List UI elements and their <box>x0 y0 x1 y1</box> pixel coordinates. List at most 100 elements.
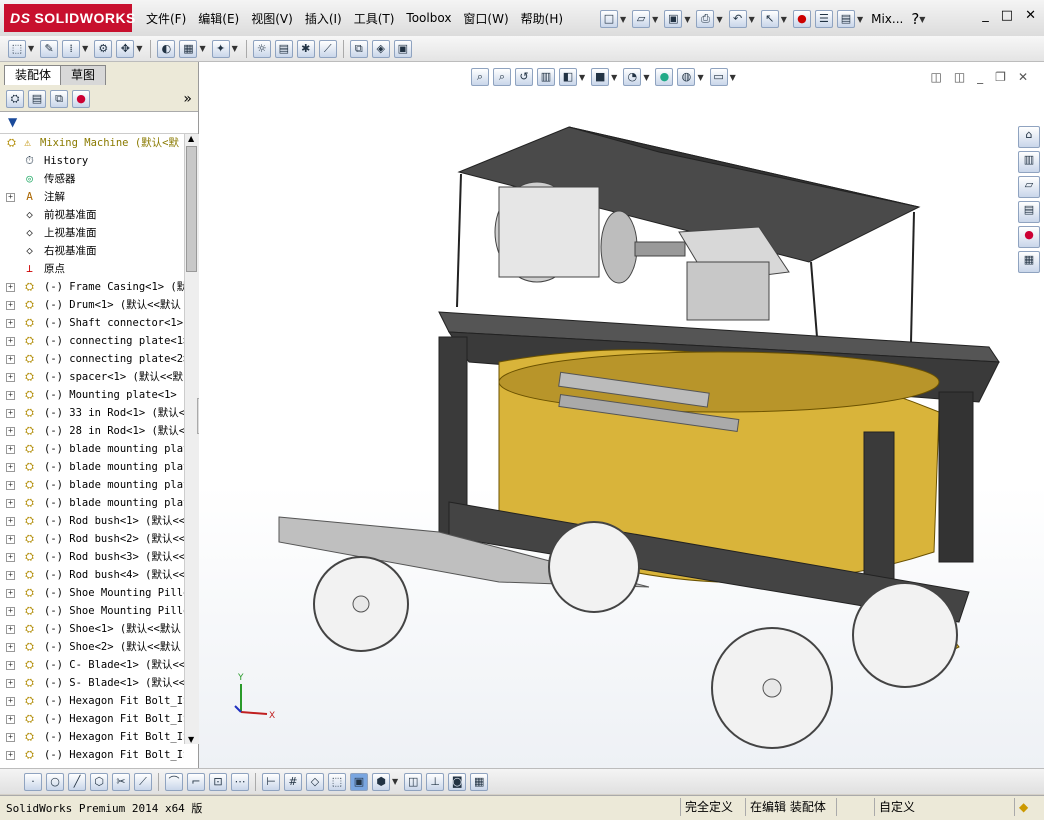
assembly-features-icon[interactable]: ▦ <box>179 39 198 58</box>
feature-manager-tab-icon[interactable]: ⛭ <box>6 89 24 108</box>
tab-assembly[interactable]: 装配体 <box>4 65 63 85</box>
configuration-manager-tab-icon[interactable]: ⧉ <box>50 89 68 108</box>
expand-toggle-icon[interactable]: + <box>6 355 15 364</box>
tree-item[interactable]: + ⛭ (-) connecting plate<1> <box>0 332 184 350</box>
expand-toggle-icon[interactable]: + <box>6 301 15 310</box>
expand-toggle-icon[interactable]: + <box>6 643 15 652</box>
convert-entities-icon[interactable]: ⊡ <box>209 772 227 791</box>
tree-item[interactable]: + ⛭ (-) blade mounting plat <box>0 494 184 512</box>
show-hidden-icon[interactable]: ◐ <box>157 39 176 58</box>
exploded-view-icon[interactable]: ✱ <box>296 39 315 58</box>
expand-toggle-icon[interactable]: + <box>6 445 15 454</box>
expand-toggle-icon[interactable]: + <box>6 427 15 436</box>
expand-toggle-icon[interactable]: + <box>6 697 15 706</box>
expand-toggle-icon[interactable]: + <box>6 193 15 202</box>
tag-icon[interactable]: ◆ <box>1014 798 1032 816</box>
features-dropdown[interactable]: ▼ <box>199 44 205 53</box>
tree-item[interactable]: + ⛭ (-) Shoe Mounting Pille <box>0 602 184 620</box>
menu-item-3[interactable]: 插入(I) <box>299 10 348 27</box>
filter-icon[interactable]: ▼ <box>8 115 17 129</box>
scroll-down-icon[interactable]: ▼ <box>188 735 194 744</box>
tree-item[interactable]: + ⛭ (-) C- Blade<1> (默认<< <box>0 656 184 674</box>
panel-expand-icon[interactable]: » <box>183 91 192 107</box>
expand-toggle-icon[interactable]: + <box>6 319 15 328</box>
tree-item[interactable]: + ⛭ (-) spacer<1> (默认<<默 <box>0 368 184 386</box>
expand-toggle-icon[interactable]: + <box>6 517 15 526</box>
expand-toggle-icon[interactable]: + <box>6 373 15 382</box>
print-dropdown-arrow[interactable]: ▼ <box>716 15 722 24</box>
sketch-fillet-icon[interactable]: ⌒ <box>165 772 183 791</box>
tree-filter[interactable]: ▼ <box>0 113 198 134</box>
tree-root[interactable]: ⛭ ⚠ Mixing Machine (默认<默 <box>0 134 184 152</box>
expand-toggle-icon[interactable]: + <box>6 499 15 508</box>
expand-toggle-icon[interactable]: + <box>6 751 15 760</box>
save-icon[interactable]: ▣ <box>664 10 683 28</box>
options-dropdown-arrow[interactable]: ▼ <box>857 15 863 24</box>
close-icon[interactable]: ✕ <box>1025 8 1036 23</box>
tree-item[interactable]: + ⛭ (-) 28 in Rod<1> (默认< <box>0 422 184 440</box>
menu-item-2[interactable]: 视图(V) <box>245 10 299 27</box>
tree-item[interactable]: ◇ 右视基准面 <box>0 242 184 260</box>
section-view-icon[interactable]: ▣ <box>393 39 412 58</box>
mate-icon[interactable]: ✎ <box>40 39 59 58</box>
expand-toggle-icon[interactable]: + <box>6 625 15 634</box>
tree-item[interactable]: + ⛭ (-) connecting plate<2> <box>0 350 184 368</box>
expand-toggle-icon[interactable]: + <box>6 481 15 490</box>
display-manager-tab-icon[interactable]: ● <box>72 89 90 108</box>
instant3d-icon[interactable]: ◈ <box>371 39 390 58</box>
insert-component-icon[interactable]: ⬚ <box>8 39 26 58</box>
tree-item[interactable]: + ⛭ (-) Frame Casing<1> (默 <box>0 278 184 296</box>
sketch-plane-icon[interactable]: ◇ <box>306 772 324 791</box>
tree-item[interactable]: + ⛭ (-) Shaft connector<1> <box>0 314 184 332</box>
expand-toggle-icon[interactable]: + <box>6 535 15 544</box>
scrollbar-thumb[interactable] <box>186 146 197 272</box>
tree-item[interactable]: ◇ 上视基准面 <box>0 224 184 242</box>
help-icon[interactable]: ? <box>911 10 919 28</box>
tree-item[interactable]: + ⛭ (-) Rod bush<2> (默认<< <box>0 530 184 548</box>
expand-toggle-icon[interactable]: + <box>6 661 15 670</box>
file-properties-icon[interactable]: ☰ <box>814 10 833 28</box>
tree-item[interactable]: + ⛭ (-) Hexagon Fit Bolt_IS <box>0 710 184 728</box>
expand-toggle-icon[interactable]: + <box>6 283 15 292</box>
undo-dropdown-arrow[interactable]: ▼ <box>749 15 755 24</box>
tree-item[interactable]: + ⛭ (-) blade mounting plat <box>0 440 184 458</box>
move-dropdown[interactable]: ▼ <box>136 44 142 53</box>
line-icon[interactable]: ╱ <box>68 772 86 791</box>
open-folder-icon[interactable]: ▱ <box>632 10 651 28</box>
tree-item[interactable]: + ⛭ (-) Rod bush<3> (默认<< <box>0 548 184 566</box>
trim-icon[interactable]: ✂ <box>112 772 130 791</box>
open-dropdown-arrow[interactable]: ▼ <box>652 15 658 24</box>
help-dropdown-arrow[interactable]: ▼ <box>919 15 925 24</box>
tree-item[interactable]: + ⛭ (-) Hexagon Fit Bolt_IS <box>0 692 184 710</box>
menu-item-7[interactable]: 帮助(H) <box>515 10 569 27</box>
insert-component-dropdown[interactable]: ▼ <box>28 44 34 53</box>
tree-scrollbar[interactable]: ▲ ▼ <box>184 134 199 744</box>
tree-item[interactable]: + ⛭ (-) Drum<1> (默认<<默认 <box>0 296 184 314</box>
save-dropdown-arrow[interactable]: ▼ <box>684 15 690 24</box>
rebuild-icon[interactable]: ● <box>792 10 811 28</box>
graphics-viewport[interactable]: ⌕ ⌕ ↺ ▥ ◧ ▼ ■ ▼ ◔ ▼ ● ◍ ▼ ▭ ▼ ◫ ◫ _ ❐ ✕ ⌂ ▥ ▱… <box>199 62 1044 768</box>
smart-fasteners-icon[interactable]: ⚙ <box>94 39 113 58</box>
tree-item[interactable]: + ⛭ (-) Shoe<1> (默认<<默认 <box>0 620 184 638</box>
new-dropdown-arrow[interactable]: ▼ <box>620 15 626 24</box>
expand-toggle-icon[interactable]: + <box>6 409 15 418</box>
expand-toggle-icon[interactable]: + <box>6 679 15 688</box>
reference-geometry-icon[interactable]: ✦ <box>211 39 230 58</box>
undo-icon[interactable]: ↶ <box>728 10 747 28</box>
options-icon[interactable]: ▤ <box>836 10 855 28</box>
view-dropdown[interactable]: ▼ <box>392 777 398 786</box>
select-cursor-icon[interactable]: ↖ <box>760 10 779 28</box>
tree-item[interactable]: + ⛭ (-) S- Blade<1> (默认<< <box>0 674 184 692</box>
tree-item[interactable]: + ⛭ (-) 33 in Rod<1> (默认< <box>0 404 184 422</box>
select-dropdown-arrow[interactable]: ▼ <box>781 15 787 24</box>
tree-item[interactable]: + ⛭ (-) Hexagon Fit Bolt_IS <box>0 728 184 746</box>
minimize-icon[interactable]: _ <box>982 8 989 23</box>
explode-line-sketch-icon[interactable]: ⟋ <box>318 39 337 58</box>
solidworks-logo[interactable]: DS SOLIDWORKS <box>4 4 135 32</box>
tree-item[interactable]: + ⛭ (-) Rod bush<1> (默认<< <box>0 512 184 530</box>
3d-box-icon[interactable]: ⬚ <box>328 772 346 791</box>
tree-item[interactable]: + ⛭ (-) Shoe Mounting Pille <box>0 584 184 602</box>
display-icon[interactable]: ◫ <box>404 772 423 791</box>
expand-toggle-icon[interactable]: + <box>6 391 15 400</box>
camera-icon[interactable]: ◙ <box>448 772 467 791</box>
